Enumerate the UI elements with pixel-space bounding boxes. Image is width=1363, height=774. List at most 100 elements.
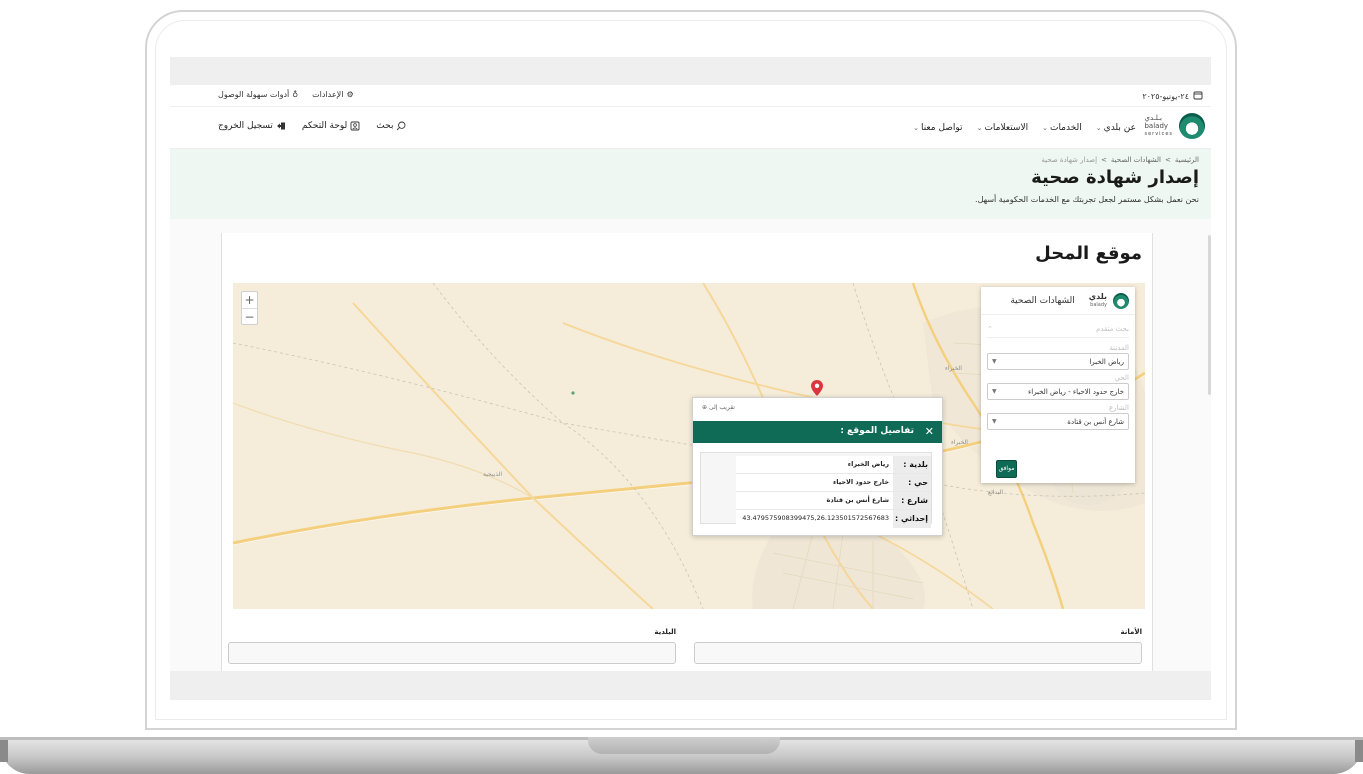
page-title: إصدار شهادة صحية xyxy=(1031,167,1199,188)
search-label: بحث xyxy=(376,121,394,131)
advanced-search-toggle[interactable]: بحث متقدم ⌃ xyxy=(987,320,1129,338)
zoom-to-label: تقريب إلى xyxy=(708,404,735,411)
screen: ٢٤-يونيو-٢٠٢٥ ⚙ الإعدادات ♁ أدوات سهولة … xyxy=(170,57,1211,700)
utility-bar: ٢٤-يونيو-٢٠٢٥ ⚙ الإعدادات ♁ أدوات سهولة … xyxy=(170,85,1211,107)
map-zoom-control: + − xyxy=(241,291,258,325)
nav-item-label: تواصل معنا xyxy=(920,123,963,133)
nav-actions: بحث لوحة التحكم تسجيل الخروج xyxy=(218,121,406,131)
street-label: الشارع xyxy=(1108,404,1129,412)
logout-icon xyxy=(276,121,286,131)
zoom-in-icon: ⊕ xyxy=(702,404,708,411)
nav-item-label: الاستعلامات xyxy=(984,123,1029,133)
page-scrollbar[interactable] xyxy=(1208,235,1211,395)
breadcrumb-section[interactable]: الشهادات الصحية xyxy=(1111,156,1161,164)
logo-line-latin: balady xyxy=(1144,122,1169,130)
logo-line-services: services xyxy=(1144,131,1173,137)
caret-down-icon: ▼ xyxy=(992,418,997,425)
place-label-badaie: البدائع xyxy=(988,489,1003,496)
table-row: بلدية : رياض الخبراء xyxy=(736,456,931,474)
zoom-out-button[interactable]: − xyxy=(242,309,257,326)
breadcrumb: الرئيسية > الشهادات الصحية > إصدار شهادة… xyxy=(1041,156,1199,164)
amana-field[interactable] xyxy=(694,642,1142,664)
street-value: شارع أنس بن قتادة xyxy=(1067,417,1124,426)
table-row: إحداثي : 43.479575908399475,26.123501572… xyxy=(736,510,931,528)
page: ٢٤-يونيو-٢٠٢٥ ⚙ الإعدادات ♁ أدوات سهولة … xyxy=(170,85,1211,671)
city-select[interactable]: رياض الخبرا ▼ xyxy=(987,353,1129,370)
row-value: شارع أنس بن قتادة xyxy=(736,492,893,509)
laptop-foot-left xyxy=(0,740,8,762)
ok-button[interactable]: موافق xyxy=(996,460,1017,478)
nav-item-label: عن بلدي xyxy=(1103,123,1136,133)
row-value: رياض الخبراء xyxy=(736,456,893,473)
zoom-in-button[interactable]: + xyxy=(242,292,257,309)
nav-menu: عن بلدي ⌄ الخدمات ⌄ الاستعلامات ⌄ تواصل معن… xyxy=(913,123,1136,133)
search-filter-panel: بلدي balady الشهادات الصحية بحث متقدم ⌃ … xyxy=(981,287,1135,483)
chevron-down-icon: ⌄ xyxy=(976,124,983,132)
filter-brand: بلدي xyxy=(1088,291,1107,301)
laptop-notch xyxy=(588,737,780,754)
filter-brand-latin: balady xyxy=(1090,301,1107,308)
logout-button[interactable]: تسجيل الخروج xyxy=(218,121,286,131)
table-row: حي : خارج حدود الاحياء xyxy=(736,474,931,492)
calendar-icon xyxy=(1193,90,1203,102)
row-label: شارع : xyxy=(893,492,931,509)
map-view[interactable]: + − الخبراء الخبراء الذبيحية البدائع ⊕ ت… xyxy=(233,283,1145,609)
balady-logo[interactable]: بـلـدي balady services xyxy=(1144,113,1205,139)
gear-icon: ⚙ xyxy=(346,90,354,99)
nav-item-label: الخدمات xyxy=(1049,123,1082,133)
filter-panel-header: بلدي balady الشهادات الصحية xyxy=(981,287,1135,315)
row-value: خارج حدود الاحياء xyxy=(736,474,893,491)
dashboard-icon xyxy=(350,121,360,131)
breadcrumb-separator: > xyxy=(1101,156,1107,164)
city-value: رياض الخبرا xyxy=(1089,357,1124,366)
caret-down-icon: ▼ xyxy=(992,358,997,365)
location-details-table: بلدية : رياض الخبراء حي : خارج حدود الاح… xyxy=(700,452,932,528)
accessibility-label: أدوات سهولة الوصول xyxy=(218,90,290,99)
location-card: موقع المحل + − الخبراء الخبراء الذبيحية … xyxy=(221,233,1153,671)
row-label: حي : xyxy=(893,474,931,491)
location-pin-icon[interactable] xyxy=(811,380,823,396)
date-display: ٢٤-يونيو-٢٠٢٥ xyxy=(1142,90,1203,102)
district-label: الحي xyxy=(1114,374,1129,382)
filter-panel-title: الشهادات الصحية xyxy=(1010,295,1075,306)
chevron-up-icon: ⌃ xyxy=(987,324,993,333)
search-button[interactable]: بحث xyxy=(376,121,406,131)
settings-link[interactable]: ⚙ الإعدادات xyxy=(312,90,353,99)
chevron-down-icon: ⌄ xyxy=(913,124,919,132)
nav-item-inquiries[interactable]: الاستعلامات ⌄ xyxy=(977,123,1029,133)
laptop-foot-right xyxy=(1355,740,1363,762)
nav-item-services[interactable]: الخدمات ⌄ xyxy=(1042,123,1082,133)
popup-header: ✕ تفاصيل الموقع : xyxy=(693,421,942,443)
dashboard-label: لوحة التحكم xyxy=(301,121,348,131)
district-value: خارج حدود الاحياء - رياض الخبراء xyxy=(1027,387,1124,396)
advanced-search-label: بحث متقدم xyxy=(1096,324,1129,333)
breadcrumb-separator: > xyxy=(1165,156,1171,164)
baladiya-field[interactable] xyxy=(228,642,676,664)
nav-item-about[interactable]: عن بلدي ⌄ xyxy=(1096,123,1136,133)
row-label: بلدية : xyxy=(893,456,931,473)
screen-bottom-strip xyxy=(170,671,1211,700)
amana-label: الأمانة xyxy=(1120,628,1142,636)
logout-label: تسجيل الخروج xyxy=(218,121,273,131)
breadcrumb-home[interactable]: الرئيسية xyxy=(1175,156,1199,164)
search-icon xyxy=(396,121,406,131)
main-nav: بـلـدي balady services عن بلدي ⌄ الخدمات ⌄… xyxy=(170,107,1211,149)
baladiya-label: البلدية xyxy=(654,628,676,636)
date-text: ٢٤-يونيو-٢٠٢٥ xyxy=(1142,91,1189,101)
accessibility-icon: ♁ xyxy=(292,90,299,99)
nav-item-contact[interactable]: تواصل معنا ⌄ xyxy=(913,123,962,133)
coordinates-value: 43.479575908399475,26.123501572567683 xyxy=(736,510,893,528)
page-subtitle: نحن نعمل بشكل مستمر لجعل تجربتك مع الخدم… xyxy=(975,195,1199,204)
street-select[interactable]: شارع أنس بن قتادة ▼ xyxy=(987,413,1129,430)
district-select[interactable]: خارج حدود الاحياء - رياض الخبراء ▼ xyxy=(987,383,1129,400)
accessibility-link[interactable]: ♁ أدوات سهولة الوصول xyxy=(218,90,298,99)
logo-text: بـلـدي balady services xyxy=(1144,114,1173,138)
hero-banner: الرئيسية > الشهادات الصحية > إصدار شهادة… xyxy=(170,149,1211,219)
utility-links: ⚙ الإعدادات ♁ أدوات سهولة الوصول xyxy=(218,90,354,99)
dashboard-button[interactable]: لوحة التحكم xyxy=(302,121,360,131)
zoom-to-link[interactable]: ⊕ تقريب إلى xyxy=(702,404,735,411)
chevron-down-icon: ⌄ xyxy=(1042,124,1048,132)
close-icon[interactable]: ✕ xyxy=(925,425,934,438)
palm-logo-icon xyxy=(1113,292,1129,309)
place-label-dhabitia: الذبيحية xyxy=(483,471,503,478)
